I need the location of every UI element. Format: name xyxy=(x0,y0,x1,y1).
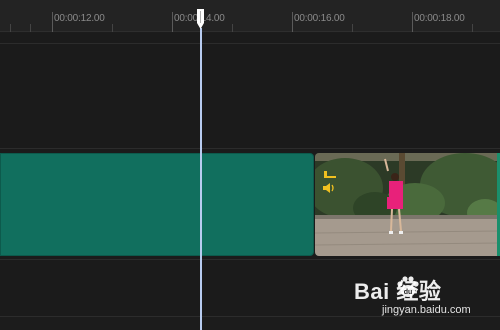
baidu-watermark: Bai 经验 du jingyan.baidu.com xyxy=(352,274,478,322)
video-clip[interactable] xyxy=(315,153,500,256)
timeline-track-1[interactable] xyxy=(0,44,500,148)
ruler-tick xyxy=(352,24,353,32)
ruler-tick xyxy=(10,24,11,32)
teal-clip[interactable] xyxy=(0,153,314,256)
speaker-icon xyxy=(323,183,336,193)
track-gap xyxy=(0,33,500,43)
svg-text:du: du xyxy=(404,289,413,296)
playhead-handle-icon[interactable] xyxy=(196,9,205,31)
paw-logo-icon: du xyxy=(396,275,420,304)
ruler-tick xyxy=(30,24,31,32)
ruler-label-12s: 00:00:12.00 xyxy=(54,13,105,24)
ruler-tick xyxy=(412,12,413,32)
ruler-tick xyxy=(172,12,173,32)
ruler-tick xyxy=(112,24,113,32)
ruler-tick xyxy=(232,24,233,32)
ruler-tick xyxy=(292,12,293,32)
playhead-line[interactable] xyxy=(200,28,202,330)
video-thumbnail xyxy=(315,153,500,256)
ruler-tick xyxy=(52,12,53,32)
link-icon xyxy=(324,171,336,180)
watermark-site: jingyan.baidu.com xyxy=(382,304,471,316)
ruler-label-16s: 00:00:16.00 xyxy=(294,13,345,24)
timeline-ruler[interactable]: 00:00:12.00 00:00:14.00 00:00:16.00 00:0… xyxy=(0,0,500,32)
ruler-label-18s: 00:00:18.00 xyxy=(414,13,465,24)
ruler-tick xyxy=(472,24,473,32)
